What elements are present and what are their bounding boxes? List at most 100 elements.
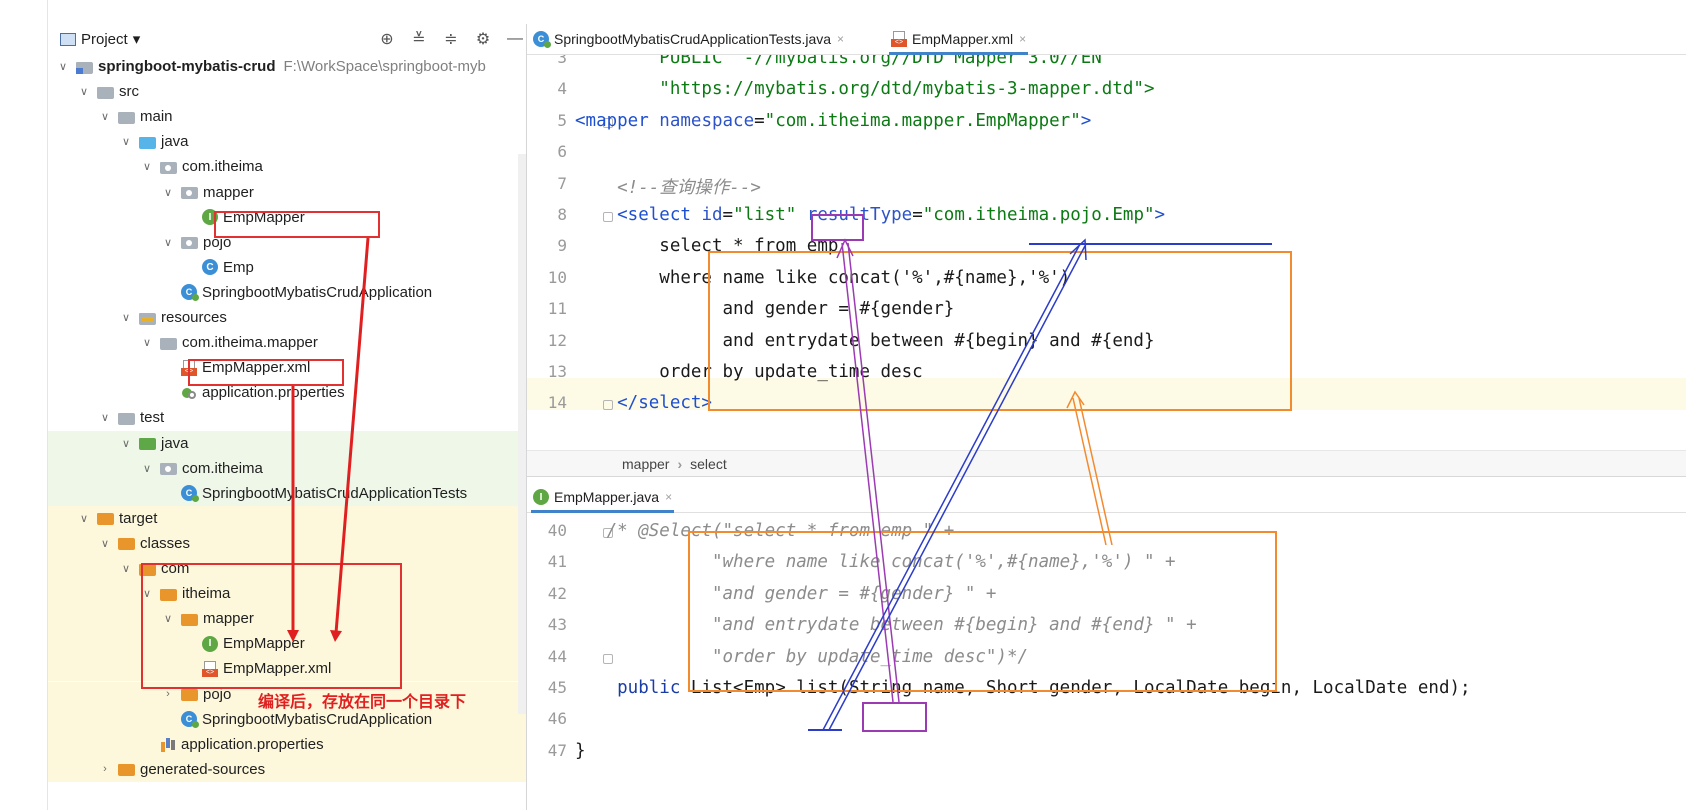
chevron-icon[interactable]: ∨ [140,462,154,475]
tree-item-test[interactable]: ∨ test [48,405,526,430]
chevron-icon[interactable]: ∨ [140,160,154,173]
chevron-icon[interactable]: ∨ [119,135,133,148]
project-scrollbar[interactable] [518,154,526,714]
tree-item-tests[interactable]: C SpringbootMybatisCrudApplicationTests [48,480,526,506]
chevron-icon[interactable]: ∨ [119,562,133,575]
tab-label: SpringbootMybatisCrudApplicationTests.ja… [554,31,832,47]
compile-note-caption: 编译后，存放在同一个目录下 [258,694,467,711]
code-line: </select> [575,393,712,413]
line-number: 9 [557,236,567,256]
project-panel-title: Project [81,30,128,48]
tree-item-app[interactable]: C SpringbootMybatisCrudApplication [48,280,526,305]
tree-item-gen[interactable]: › generated-sources [48,756,526,782]
code-token: > [1154,205,1166,225]
tree-item-com-itheima[interactable]: ∨ com.itheima [48,154,526,179]
chevron-icon[interactable]: ∨ [56,60,70,73]
tree-item-main[interactable]: ∨ main [48,104,526,129]
line-number: 47 [547,740,567,760]
chevron-icon[interactable]: ∨ [161,186,175,199]
chevron-icon[interactable]: ∨ [77,85,91,98]
folder-icon [118,412,135,425]
breadcrumb-item-select[interactable]: select [690,456,727,472]
highlight-box-xml-id [811,214,864,241]
editor-tab-bar: C SpringbootMybatisCrudApplicationTests.… [527,24,1686,55]
tree-item-t-props[interactable]: application.properties [48,731,526,757]
code-token: = [912,205,923,225]
tree-item-test-java[interactable]: ∨ java [48,430,526,456]
properties-file-icon [181,385,197,401]
tree-item-test-pkg[interactable]: ∨ com.itheima [48,455,526,481]
class-icon: C [202,259,218,276]
tree-item-label: target [119,509,158,527]
line-number: 43 [547,615,567,635]
tree-item-label: SpringbootMybatisCrudApplication [202,283,433,301]
code-token: <select [575,205,702,225]
breadcrumb-separator: › [677,455,683,472]
code-token: <!--查询操作--> [575,177,761,198]
chevron-icon[interactable]: › [161,688,175,700]
code-line: "https://mybatis.org/dtd/mybatis-3-mappe… [575,79,1154,99]
tab-label: EmpMapper.xml [912,31,1014,47]
tree-item-src[interactable]: ∨ src [48,79,526,104]
tree-item-target[interactable]: ∨ target [48,505,526,531]
excluded-folder-icon [181,689,198,701]
project-view-selector[interactable]: Project ▾ [60,30,140,48]
left-tool-strip [0,0,47,810]
excluded-folder-icon [97,513,114,526]
tree-item-emp[interactable]: C Emp [48,255,526,280]
line-number: 13 [547,362,567,381]
expand-all-icon[interactable]: ≚ [410,29,428,49]
tab-empmapper-java[interactable]: I EmpMapper.java × [527,482,678,513]
chevron-icon[interactable]: ∨ [77,512,91,525]
code-line: <!--查询操作--> [575,174,761,199]
chevron-icon[interactable]: › [98,763,112,775]
project-panel-toolbar: ⊕ ≚ ≑ ⚙ — [378,24,524,54]
code-token: } [575,740,586,761]
highlight-box-method-name [862,702,927,732]
chevron-icon[interactable]: ∨ [119,437,133,450]
code-token: "https://mybatis.org/dtd/mybatis-3-mappe… [575,79,1155,100]
tree-item-label: java [161,133,189,151]
code-token: = [754,110,765,131]
line-number: 7 [557,173,567,193]
breadcrumb-item-mapper[interactable]: mapper [622,456,669,472]
gear-icon[interactable]: ⚙ [474,29,492,49]
locate-icon[interactable]: ⊕ [378,29,396,49]
tree-item-resources[interactable]: ∨ resources [48,305,526,330]
tree-item-label: test [140,409,165,427]
tree-item-mapper[interactable]: ∨ mapper [48,180,526,205]
breadcrumb: mapper › select [527,450,1686,477]
tree-item-res-pkg[interactable]: ∨ com.itheima.mapper [48,330,526,355]
tree-item-label: application.properties [202,384,345,402]
close-icon[interactable]: × [1019,32,1026,46]
lower-editor-tab-bar: I EmpMapper.java × [527,482,1686,513]
hide-panel-icon[interactable]: — [506,30,524,48]
package-icon [160,463,177,476]
chevron-icon[interactable]: ∨ [98,537,112,550]
close-icon[interactable]: × [665,490,672,504]
tree-item-root[interactable]: ∨ springboot-mybatis-crud F:\WorkSpace\spr… [48,54,526,79]
chevron-icon[interactable]: ∨ [98,110,112,123]
tree-item-label: SpringbootMybatisCrudApplication [202,710,433,728]
package-icon [181,187,198,199]
xml-file-icon [891,31,907,47]
chevron-icon[interactable]: ∨ [161,236,175,249]
project-path-note: F:\WorkSpace\springboot-myb [283,58,486,75]
line-number: 14 [547,393,567,413]
spring-class-icon: C [533,31,551,48]
tree-item-java[interactable]: ∨ java [48,129,526,154]
tab-empmapper-xml[interactable]: EmpMapper.xml × [885,24,1032,55]
highlight-box-target-mapper [141,563,402,689]
chevron-icon[interactable]: ∨ [98,411,112,424]
close-icon[interactable]: × [837,32,844,46]
chevron-icon[interactable]: ∨ [119,311,133,324]
tab-springboot-tests[interactable]: C SpringbootMybatisCrudApplicationTests.… [527,24,850,54]
code-token: "com.itheima.pojo.Emp" [922,205,1155,225]
project-panel-header: Project ▾ ⊕ ≚ ≑ ⚙ — [48,24,526,54]
resources-folder-icon [139,312,156,325]
tree-item-classes[interactable]: ∨ classes [48,530,526,556]
code-token: > [1080,110,1092,131]
collapse-all-icon[interactable]: ≑ [442,29,460,49]
chevron-icon[interactable]: ∨ [140,336,154,349]
highlight-box-empmapper [214,211,380,238]
